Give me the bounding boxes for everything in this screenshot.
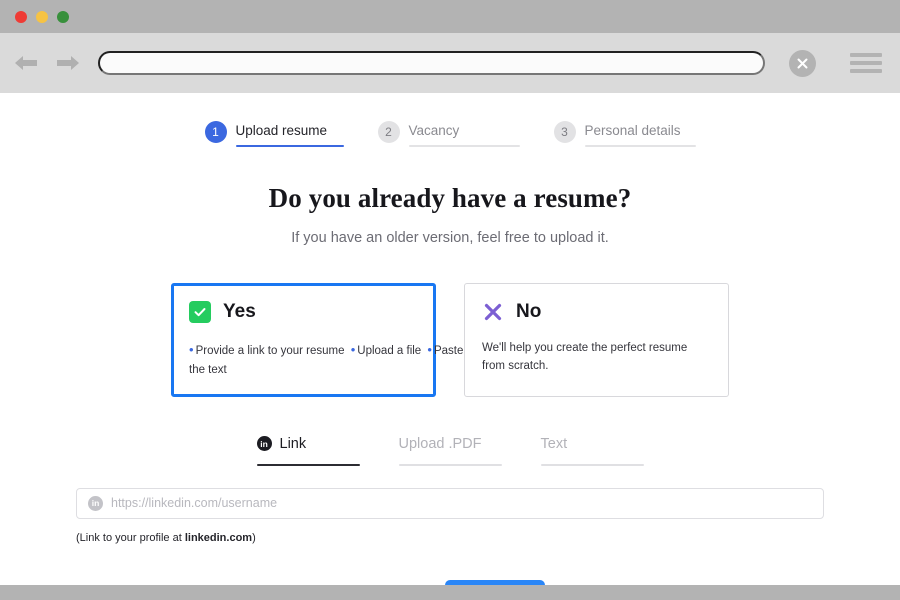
window-footer-bar (0, 585, 900, 600)
browser-window: 1 Upload resume 2 Vacancy 3 Personal det… (0, 0, 900, 600)
card-yes-bullet-1: Provide a link to your resume (195, 345, 345, 357)
hamburger-menu-icon[interactable] (850, 53, 882, 73)
tab-link-label: Link (279, 435, 307, 452)
tab-text[interactable]: Text (540, 434, 644, 466)
list-item: • (424, 342, 434, 357)
card-no[interactable]: No We'll help you create the perfect res… (464, 283, 729, 397)
arrow-right-icon[interactable] (54, 53, 82, 73)
card-no-description: We'll help you create the perfect resume… (482, 342, 688, 373)
hint-suffix: ) (252, 531, 256, 544)
resume-link-input[interactable] (111, 496, 812, 511)
link-input-wrapper[interactable]: in (76, 487, 824, 519)
resume-choice-cards: Yes • Provide a link to your resume • Uplo… (0, 283, 900, 397)
purple-x-icon[interactable] (482, 301, 504, 323)
bullet-dot-icon: • (427, 342, 432, 357)
linkedin-icon: in (88, 495, 103, 511)
card-yes-body: • Provide a link to your resume • Upload a… (189, 339, 463, 380)
step-3-label-wrap: Personal details (584, 120, 696, 147)
step-1-label-wrap: Upload resume (235, 120, 344, 147)
minimize-window-button[interactable] (36, 10, 48, 23)
card-yes-title: Yes (223, 301, 256, 322)
title-bar (0, 0, 900, 33)
step-upload-resume[interactable]: 1 Upload resume (204, 120, 344, 147)
step-2-label: Vacancy (408, 123, 460, 138)
step-personal-details[interactable]: 3 Personal details (553, 120, 696, 147)
card-yes-bullets: • Provide a link to your resume • Upload a… (189, 342, 463, 376)
step-2-label-wrap: Vacancy (408, 120, 520, 147)
traffic-lights (15, 10, 69, 23)
tab-link-underline (256, 463, 360, 466)
card-no-header: No (482, 301, 713, 323)
step-3-underline (584, 145, 696, 147)
tab-text-underline (540, 463, 644, 466)
step-2-underline (408, 145, 520, 147)
page-subtitle: If you have an older version, feel free … (291, 230, 609, 246)
list-item: • Provide a link to your resume (189, 342, 345, 357)
close-icon (797, 58, 808, 68)
step-1-underline (235, 145, 344, 147)
close-tab-button[interactable] (789, 49, 816, 77)
maximize-window-button[interactable] (57, 10, 69, 23)
tab-link[interactable]: in Link (256, 434, 360, 466)
tab-upload-pdf-label: Upload .PDF (398, 435, 482, 452)
card-yes-bullet-2: Upload a file (357, 345, 422, 357)
step-3-label: Personal details (584, 123, 681, 138)
step-vacancy[interactable]: 2 Vacancy (377, 120, 520, 147)
navigation-arrows (12, 53, 82, 73)
linkedin-icon: in (256, 436, 272, 452)
hint-domain: linkedin.com (184, 531, 253, 544)
green-checkbox-icon[interactable] (189, 301, 211, 323)
bullet-dot-icon: • (350, 342, 356, 357)
tab-text-row: Text (541, 434, 644, 454)
close-window-button[interactable] (15, 10, 27, 23)
step-1-number: 1 (204, 121, 227, 143)
page-title: Do you already have a resume? (268, 183, 632, 213)
address-bar-input[interactable] (98, 51, 765, 75)
upload-method-tabs: in Link Upload .PDF Text (0, 434, 900, 466)
list-item: • Upload a file (348, 342, 422, 357)
tab-link-row: in Link (256, 434, 360, 454)
card-no-title: No (516, 301, 542, 322)
card-yes-header: Yes (189, 301, 420, 323)
card-yes[interactable]: Yes • Provide a link to your resume • Uplo… (171, 283, 463, 397)
step-3-number: 3 (553, 121, 576, 143)
step-1-label: Upload resume (235, 123, 328, 138)
tab-upload-pdf-row: Upload .PDF (399, 434, 502, 454)
page-content: 1 Upload resume 2 Vacancy 3 Personal det… (0, 93, 900, 600)
browser-toolbar (0, 33, 900, 93)
arrow-left-icon[interactable] (12, 53, 40, 73)
progress-stepper: 1 Upload resume 2 Vacancy 3 Personal det… (0, 120, 900, 147)
tab-upload-pdf[interactable]: Upload .PDF (398, 434, 502, 466)
step-2-number: 2 (377, 121, 400, 143)
link-input-hint: (Link to your profile at linkedin.com) (76, 532, 824, 544)
tab-upload-pdf-underline (398, 463, 502, 466)
tab-text-label: Text (540, 435, 568, 452)
bullet-dot-icon: • (189, 342, 194, 357)
hint-prefix: (Link to your profile at (76, 531, 185, 544)
